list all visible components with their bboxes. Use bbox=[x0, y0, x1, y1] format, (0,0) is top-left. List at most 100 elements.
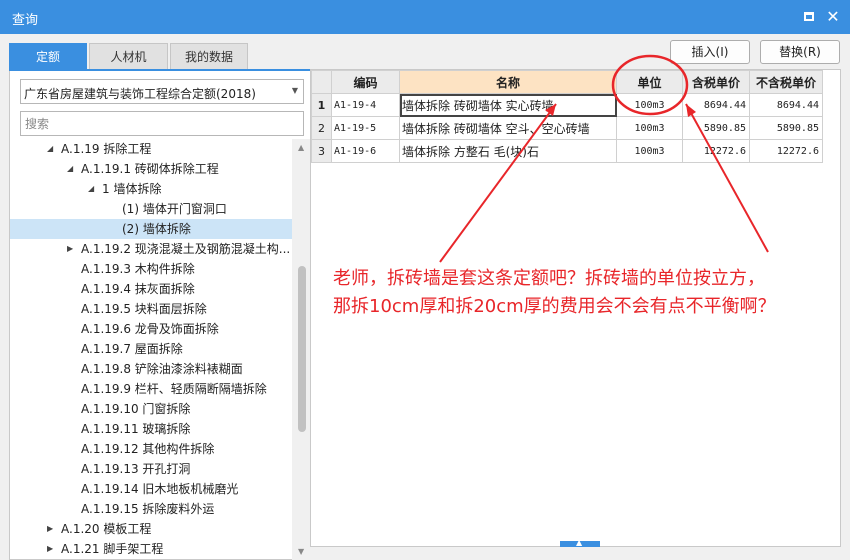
tree-node[interactable]: A.1.19.9 栏杆、轻质隔断隔墙拆除 bbox=[10, 379, 292, 399]
insert-button[interactable]: 插入(I) bbox=[670, 40, 750, 64]
tree-node[interactable]: A.1.19.13 开孔打洞 bbox=[10, 459, 292, 479]
annotation-text: 老师，拆砖墙是套这条定额吧？拆砖墙的单位按立方， 那拆10cm厚和拆20cm厚的… bbox=[333, 265, 848, 321]
maximize-button[interactable] bbox=[799, 7, 819, 27]
tree-node[interactable]: A.1.19.5 块料面层拆除 bbox=[10, 299, 292, 319]
collapsed-triangle-icon: ▶ bbox=[67, 244, 74, 253]
tree-node-label: A.1.19.5 块料面层拆除 bbox=[81, 302, 207, 316]
library-select-value: 广东省房屋建筑与装饰工程综合定额(2018) bbox=[24, 87, 256, 101]
tree-node[interactable]: (1) 墙体开门窗洞口 bbox=[10, 199, 292, 219]
tab-labor-material-machine[interactable]: 人材机 bbox=[89, 43, 168, 69]
tree-node[interactable]: ◢ 1 墙体拆除 bbox=[10, 179, 292, 199]
close-icon: ✕ bbox=[826, 7, 840, 26]
close-button[interactable]: ✕ bbox=[823, 7, 843, 27]
tree-node-label: A.1.19.14 旧木地板机械磨光 bbox=[81, 482, 239, 496]
tree-node-label: A.1.20 模板工程 bbox=[61, 522, 152, 536]
quota-table: 编码 名称 单位 含税单价 不含税单价 1 A1-19-4 墙体拆除 砖砌墙体 … bbox=[311, 70, 823, 163]
tree-node-label: (1) 墙体开门窗洞口 bbox=[122, 202, 227, 216]
tree-node-selected[interactable]: (2) 墙体拆除 bbox=[10, 219, 292, 239]
tree-node[interactable]: A.1.19.10 门窗拆除 bbox=[10, 399, 292, 419]
tree-node-label: A.1.19.12 其他构件拆除 bbox=[81, 442, 215, 456]
tree-node-label: (2) 墙体拆除 bbox=[122, 222, 191, 236]
cell-code[interactable]: A1-19-4 bbox=[331, 93, 400, 117]
tree-node-label: A.1.19.10 门窗拆除 bbox=[81, 402, 191, 416]
cell-price-notax[interactable]: 5890.85 bbox=[749, 116, 823, 140]
cell-price-tax[interactable]: 5890.85 bbox=[682, 116, 750, 140]
tree-node-label: A.1.19.13 开孔打洞 bbox=[81, 462, 191, 476]
tree-node[interactable]: A.1.19.7 屋面拆除 bbox=[10, 339, 292, 359]
tree-node-label: A.1.19 拆除工程 bbox=[61, 142, 152, 156]
cell-price-notax[interactable]: 8694.44 bbox=[749, 93, 823, 117]
panel-splitter-grip[interactable]: ▲ bbox=[560, 538, 600, 547]
annotation-line-2: 那拆10cm厚和拆20cm厚的费用会不会有点不平衡啊？ bbox=[333, 296, 776, 317]
tree-node[interactable]: A.1.19.4 抹灰面拆除 bbox=[10, 279, 292, 299]
library-select[interactable]: 广东省房屋建筑与装饰工程综合定额(2018) ▼ bbox=[20, 79, 304, 104]
cell-name[interactable]: 墙体拆除 砖砌墙体 实心砖墙 bbox=[399, 93, 617, 117]
cell-name[interactable]: 墙体拆除 砖砌墙体 空斗、空心砖墙 bbox=[399, 116, 617, 140]
cell-unit[interactable]: 100m3 bbox=[616, 139, 683, 163]
tree-node[interactable]: A.1.19.8 铲除油漆涂料裱糊面 bbox=[10, 359, 292, 379]
quota-tree: ◢ A.1.19 拆除工程 ◢ A.1.19.1 砖砌体拆除工程 ◢ 1 墙体拆… bbox=[10, 139, 292, 560]
cell-unit[interactable]: 100m3 bbox=[616, 116, 683, 140]
cell-unit[interactable]: 100m3 bbox=[616, 93, 683, 117]
expanded-triangle-icon: ◢ bbox=[67, 164, 74, 173]
expanded-triangle-icon: ◢ bbox=[47, 144, 54, 153]
tree-node-label: A.1.19.11 玻璃拆除 bbox=[81, 422, 191, 436]
tree-node[interactable]: A.1.19.15 拆除废料外运 bbox=[10, 499, 292, 519]
tree-node-label: A.1.19.9 栏杆、轻质隔断隔墙拆除 bbox=[81, 382, 267, 396]
row-number[interactable]: 2 bbox=[311, 116, 332, 140]
tree-node[interactable]: ◢ A.1.19.1 砖砌体拆除工程 bbox=[10, 159, 292, 179]
expanded-triangle-icon: ◢ bbox=[88, 184, 95, 193]
cell-price-tax[interactable]: 12272.6 bbox=[682, 139, 750, 163]
scrollbar-thumb[interactable] bbox=[298, 266, 306, 432]
tab-quota[interactable]: 定额 bbox=[9, 43, 87, 69]
scroll-up-icon[interactable]: ▲ bbox=[298, 143, 304, 152]
tree-node-label: A.1.19.7 屋面拆除 bbox=[81, 342, 183, 356]
tree-node-label: A.1.19.4 抹灰面拆除 bbox=[81, 282, 195, 296]
window-title: 查询 bbox=[12, 13, 39, 28]
tree-node-label: A.1.21 脚手架工程 bbox=[61, 542, 164, 556]
tree-node[interactable]: A.1.19.12 其他构件拆除 bbox=[10, 439, 292, 459]
row-number-header bbox=[311, 70, 332, 94]
annotation-line-1: 老师，拆砖墙是套这条定额吧？拆砖墙的单位按立方， bbox=[333, 268, 765, 289]
cell-price-tax[interactable]: 8694.44 bbox=[682, 93, 750, 117]
table-row[interactable]: 2 A1-19-5 墙体拆除 砖砌墙体 空斗、空心砖墙 100m3 5890.8… bbox=[311, 116, 823, 140]
row-number[interactable]: 3 bbox=[311, 139, 332, 163]
maximize-icon bbox=[804, 12, 814, 21]
tree-node-label: A.1.19.6 龙骨及饰面拆除 bbox=[81, 322, 219, 336]
cell-name[interactable]: 墙体拆除 方整石 毛(块)石 bbox=[399, 139, 617, 163]
tree-node[interactable]: A.1.19.14 旧木地板机械磨光 bbox=[10, 479, 292, 499]
column-header-price-notax[interactable]: 不含税单价 bbox=[749, 70, 823, 94]
tree-node[interactable]: ▶ A.1.21 脚手架工程 bbox=[10, 539, 292, 559]
tree-node[interactable]: ▶ A.1.19.2 现浇混凝土及钢筋混凝土构... bbox=[10, 239, 292, 259]
column-header-price-tax[interactable]: 含税单价 bbox=[682, 70, 750, 94]
column-header-name[interactable]: 名称 bbox=[399, 70, 617, 94]
row-number[interactable]: 1 bbox=[311, 93, 332, 117]
scroll-down-icon[interactable]: ▼ bbox=[298, 547, 304, 556]
cell-price-notax[interactable]: 12272.6 bbox=[749, 139, 823, 163]
tree-node-label: 1 墙体拆除 bbox=[102, 182, 162, 196]
table-row[interactable]: 3 A1-19-6 墙体拆除 方整石 毛(块)石 100m3 12272.6 1… bbox=[311, 139, 823, 163]
chevron-up-icon: ▲ bbox=[576, 538, 583, 547]
collapsed-triangle-icon: ▶ bbox=[47, 544, 54, 553]
table-row[interactable]: 1 A1-19-4 墙体拆除 砖砌墙体 实心砖墙 100m3 8694.44 8… bbox=[311, 93, 823, 117]
chevron-down-icon: ▼ bbox=[291, 86, 298, 95]
cell-code[interactable]: A1-19-5 bbox=[331, 116, 400, 140]
tree-node[interactable]: A.1.19.3 木构件拆除 bbox=[10, 259, 292, 279]
table-header-row: 编码 名称 单位 含税单价 不含税单价 bbox=[311, 70, 823, 94]
quota-tree-panel: 广东省房屋建筑与装饰工程综合定额(2018) ▼ ◢ A.1.19 拆除工程 ◢… bbox=[9, 71, 312, 560]
search-input[interactable] bbox=[20, 111, 304, 136]
tree-node[interactable]: ◢ A.1.19 拆除工程 bbox=[10, 139, 292, 159]
tree-node-label: A.1.19.15 拆除废料外运 bbox=[81, 502, 215, 516]
tree-node[interactable]: A.1.19.6 龙骨及饰面拆除 bbox=[10, 319, 292, 339]
column-header-unit[interactable]: 单位 bbox=[616, 70, 683, 94]
column-header-code[interactable]: 编码 bbox=[331, 70, 400, 94]
cell-code[interactable]: A1-19-6 bbox=[331, 139, 400, 163]
tree-node-label: A.1.19.3 木构件拆除 bbox=[81, 262, 195, 276]
window-titlebar: 查询 ✕ bbox=[0, 0, 850, 34]
collapsed-triangle-icon: ▶ bbox=[47, 524, 54, 533]
tree-node[interactable]: ▶ A.1.20 模板工程 bbox=[10, 519, 292, 539]
replace-button[interactable]: 替换(R) bbox=[760, 40, 840, 64]
tree-node[interactable]: A.1.19.11 玻璃拆除 bbox=[10, 419, 292, 439]
tree-scrollbar[interactable]: ▲ ▼ bbox=[292, 139, 312, 560]
tab-my-data[interactable]: 我的数据 bbox=[170, 43, 248, 69]
